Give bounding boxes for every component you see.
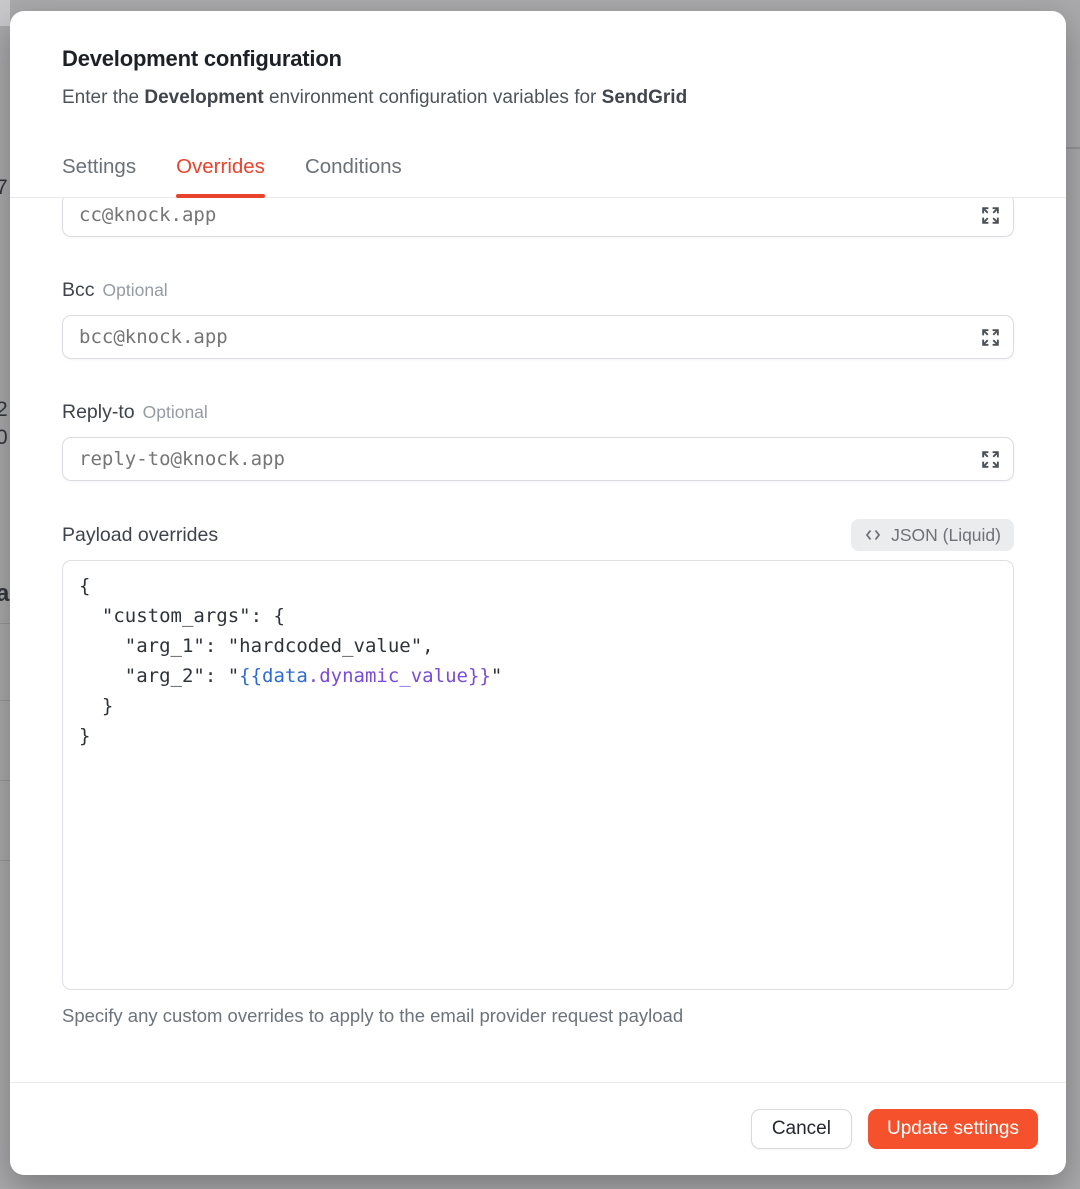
payload-overrides-header: Payload overrides JSON (Liquid) <box>62 519 1014 551</box>
backdrop-text-fragment: i <box>0 310 1 331</box>
bcc-label-row: Bcc Optional <box>62 279 1014 302</box>
reply-to-input[interactable] <box>62 437 1014 481</box>
cc-input[interactable] <box>62 198 1014 237</box>
expand-icon <box>980 449 1001 470</box>
cc-field-wrap <box>62 198 1014 237</box>
cancel-button[interactable]: Cancel <box>751 1109 852 1149</box>
bcc-label: Bcc <box>62 279 95 301</box>
development-configuration-dialog: Development configuration Enter the Deve… <box>10 11 1066 1175</box>
dialog-footer: Cancel Update settings <box>10 1082 1066 1175</box>
subtitle-provider-name: SendGrid <box>602 87 688 108</box>
payload-overrides-label: Payload overrides <box>62 524 218 547</box>
backdrop-text-fragment: i <box>0 231 1 252</box>
backdrop-artifact <box>0 0 10 26</box>
dialog-subtitle: Enter the Development environment config… <box>62 86 1014 110</box>
bcc-field-wrap <box>62 315 1014 359</box>
overrides-tab-panel: Bcc Optional Reply-to Optional <box>10 198 1066 1082</box>
subtitle-text: Enter the <box>62 87 144 108</box>
code-brackets-icon <box>864 526 882 544</box>
backdrop-text-fragment: a <box>0 582 9 606</box>
update-settings-button[interactable]: Update settings <box>868 1109 1038 1149</box>
backdrop-row-line <box>0 780 10 781</box>
backdrop-text-fragment: 0 <box>0 427 8 448</box>
reply-to-label-row: Reply-to Optional <box>62 401 1014 424</box>
payload-overrides-editor[interactable]: { "custom_args": { "arg_1": "hardcoded_v… <box>62 560 1014 990</box>
backdrop-row-line <box>1066 147 1080 149</box>
dialog-title: Development configuration <box>62 46 1014 72</box>
cc-expand-button[interactable] <box>976 201 1004 229</box>
payload-overrides-helper-text: Specify any custom overrides to apply to… <box>62 1005 1014 1027</box>
tab-overrides[interactable]: Overrides <box>176 155 265 197</box>
tab-settings[interactable]: Settings <box>62 155 136 197</box>
expand-icon <box>980 205 1001 226</box>
backdrop-row-line <box>0 700 10 701</box>
backdrop-text-fragment: 2 <box>0 399 8 420</box>
subtitle-environment-name: Development <box>144 87 263 108</box>
dialog-header: Development configuration Enter the Deve… <box>10 11 1066 110</box>
editor-language-label: JSON (Liquid) <box>891 525 1001 546</box>
backdrop-text-fragment: i <box>0 279 1 300</box>
subtitle-text: environment configuration variables for <box>264 87 602 108</box>
tab-conditions[interactable]: Conditions <box>305 155 402 197</box>
reply-to-expand-button[interactable] <box>976 445 1004 473</box>
editor-language-badge[interactable]: JSON (Liquid) <box>851 519 1014 551</box>
reply-to-label: Reply-to <box>62 401 135 423</box>
expand-icon <box>980 327 1001 348</box>
reply-to-optional-hint: Optional <box>143 402 208 422</box>
tab-bar: Settings Overrides Conditions <box>10 155 1066 198</box>
code-editor-content: { "custom_args": { "arg_1": "hardcoded_v… <box>79 571 997 751</box>
bcc-optional-hint: Optional <box>103 280 168 300</box>
bcc-expand-button[interactable] <box>976 323 1004 351</box>
backdrop-row-line <box>0 623 10 624</box>
reply-to-field-wrap <box>62 437 1014 481</box>
backdrop-row-line <box>0 860 10 861</box>
bcc-input[interactable] <box>62 315 1014 359</box>
backdrop-text-fragment: 7 <box>0 177 8 198</box>
